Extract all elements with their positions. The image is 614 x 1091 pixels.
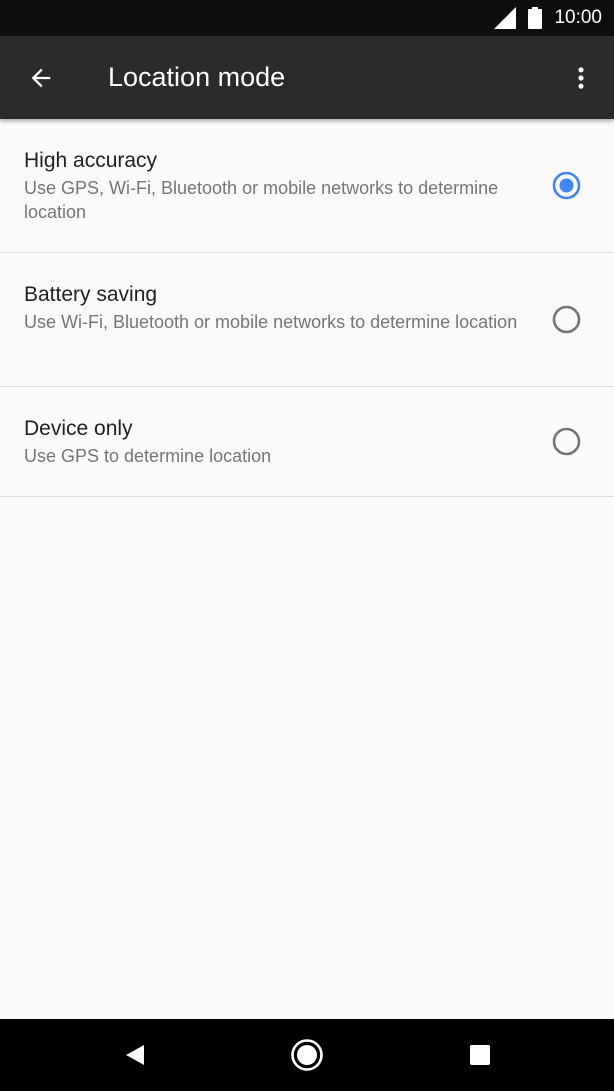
status-icons: 10:00: [494, 0, 602, 36]
option-text: High accuracy Use GPS, Wi-Fi, Bluetooth …: [24, 147, 524, 224]
battery-icon: [528, 7, 543, 29]
option-description: Use GPS to determine location: [24, 446, 272, 466]
option-text: Device only Use GPS to determine locatio…: [24, 415, 524, 468]
arrow-back-icon: [31, 68, 51, 88]
status-bar: 10:00: [0, 0, 614, 36]
cell-signal-icon: [494, 7, 517, 29]
more-vert-icon: [578, 67, 584, 89]
page-title: Location mode: [108, 62, 286, 92]
option-battery-saving[interactable]: Battery saving Use Wi-Fi, Bluetooth or m…: [0, 253, 614, 387]
nav-home-button[interactable]: [271, 1019, 343, 1091]
option-description: Use GPS, Wi-Fi, Bluetooth or mobile netw…: [24, 178, 499, 222]
option-label: Battery saving: [24, 283, 158, 306]
nav-recents-button[interactable]: [444, 1019, 516, 1091]
back-button[interactable]: [14, 51, 68, 105]
radio-unselected-icon[interactable]: [552, 305, 581, 334]
option-text: Battery saving Use Wi-Fi, Bluetooth or m…: [24, 281, 524, 334]
location-mode-list: High accuracy Use GPS, Wi-Fi, Bluetooth …: [0, 119, 614, 497]
radio-selected-icon[interactable]: [552, 171, 581, 200]
nav-back-button[interactable]: [99, 1019, 171, 1091]
radio-unselected-icon[interactable]: [552, 427, 581, 456]
back-triangle-icon: [126, 1045, 144, 1065]
navigation-bar: [0, 1019, 614, 1091]
home-circle-icon: [291, 1039, 323, 1071]
option-high-accuracy[interactable]: High accuracy Use GPS, Wi-Fi, Bluetooth …: [0, 119, 614, 253]
option-label: High accuracy: [24, 149, 158, 172]
recents-square-icon: [470, 1045, 490, 1065]
location-mode-screen: 10:00 Location mode High accuracy Use GP…: [0, 0, 614, 1091]
option-description: Use Wi-Fi, Bluetooth or mobile networks …: [24, 312, 518, 332]
option-label: Device only: [24, 417, 133, 440]
app-bar: Location mode: [0, 36, 614, 119]
option-device-only[interactable]: Device only Use GPS to determine locatio…: [0, 387, 614, 497]
status-clock: 10:00: [554, 7, 602, 28]
more-options-button[interactable]: [554, 51, 608, 105]
